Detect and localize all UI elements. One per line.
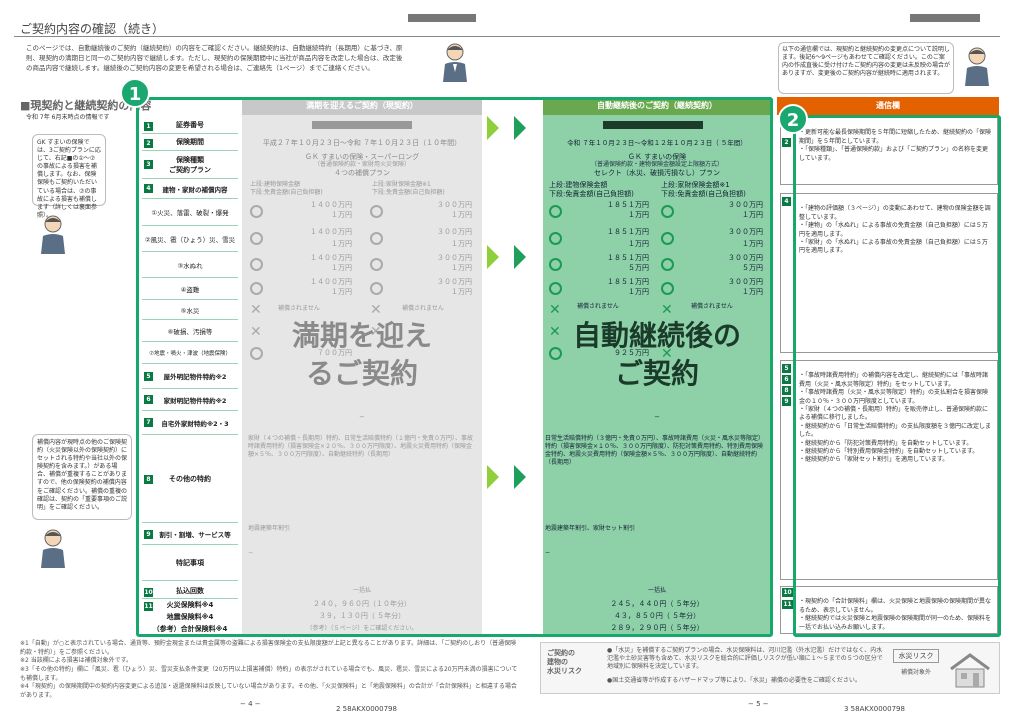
page-number-right: − 5 − <box>748 700 769 708</box>
comm-row-number: 4 <box>782 197 791 206</box>
comm-intro-box: 以下の通信欄では、現契約と継続契約の変更点について説明します。後記6〜9ページも… <box>778 42 954 94</box>
comm-intro-text: 以下の通信欄では、現契約と継続契約の変更点について説明します。後記6〜9ページも… <box>782 46 951 78</box>
comm-row-number: 9 <box>782 397 791 406</box>
page-title: ご契約内容の確認（続き） <box>20 22 165 36</box>
doc-code-right: 3 58AKX0000798 <box>844 705 905 713</box>
comm-header: 通信欄 <box>777 97 999 115</box>
comm-row-number: 2 <box>782 138 791 147</box>
intro-text: このページでは、自動継続後のご契約（継続契約）の内容をご確認ください。継続契約は… <box>26 44 403 72</box>
redacted-bar <box>408 14 476 22</box>
flood-risk-text2: ●国土交通省等が作成するハザードマップ等により、「水災」補償の必要性をご確認くだ… <box>607 677 861 684</box>
highlight-frame-1 <box>136 97 773 637</box>
comm-row-number: 6 <box>782 375 791 384</box>
step-badge-2: 2 <box>778 104 808 134</box>
flood-risk-value: 補償対象外 <box>900 669 931 676</box>
comm-row-number: 10 <box>782 588 793 597</box>
as-of-date: 令和 7年 6月末時点の情報です <box>26 114 110 121</box>
comm-row-number: 8 <box>782 386 791 395</box>
flood-risk-box: ご契約の 建物の 水災リスク ●「水災」を補償するご契約プランの場合、水災保険料… <box>540 642 1000 694</box>
step-badge-1: 1 <box>120 78 150 108</box>
comm-row-number: 5 <box>782 364 791 373</box>
side-note-1: GK すまいの保険では、3ご契約プランに応じて、右記■の①〜⑦の事故による損害を… <box>32 134 106 219</box>
house-icon <box>947 651 993 693</box>
flood-risk-label: 水災リスク <box>893 649 939 663</box>
title-divider <box>14 36 1000 37</box>
side-note-1-text: GK すまいの保険では、3ご契約プランに応じて、右記■の①〜⑦の事故による損害を… <box>37 139 101 219</box>
person-icon <box>440 42 470 82</box>
redacted-bar <box>910 14 980 22</box>
page-number-left: − 4 − <box>240 700 261 708</box>
side-note-2: 補償内容が現時点の他のご保険契約（火災保険以外の保険契約）にセットされる特約や当… <box>32 434 132 520</box>
footer-notes: ※1「自動」が○と表示されている場合、通貨等、預貯金現金または貴金属等の盗難によ… <box>20 640 518 700</box>
person-icon <box>38 214 68 254</box>
person-icon <box>38 528 68 568</box>
side-note-2-text: 補償内容が現時点の他のご保険契約（火災保険以外の保険契約）にセットされる特約や当… <box>37 439 128 511</box>
flood-risk-text1: ●「水災」を補償するご契約プランの場合、水災保険料は、河川氾濫（外水氾濫）だけで… <box>607 647 883 671</box>
highlight-frame-2 <box>793 115 1001 637</box>
person-icon <box>962 46 992 86</box>
flood-risk-title: ご契約の 建物の 水災リスク <box>547 649 582 676</box>
comm-row-number: 11 <box>782 600 793 609</box>
doc-code-left: 2 58AKX0000798 <box>336 705 397 713</box>
